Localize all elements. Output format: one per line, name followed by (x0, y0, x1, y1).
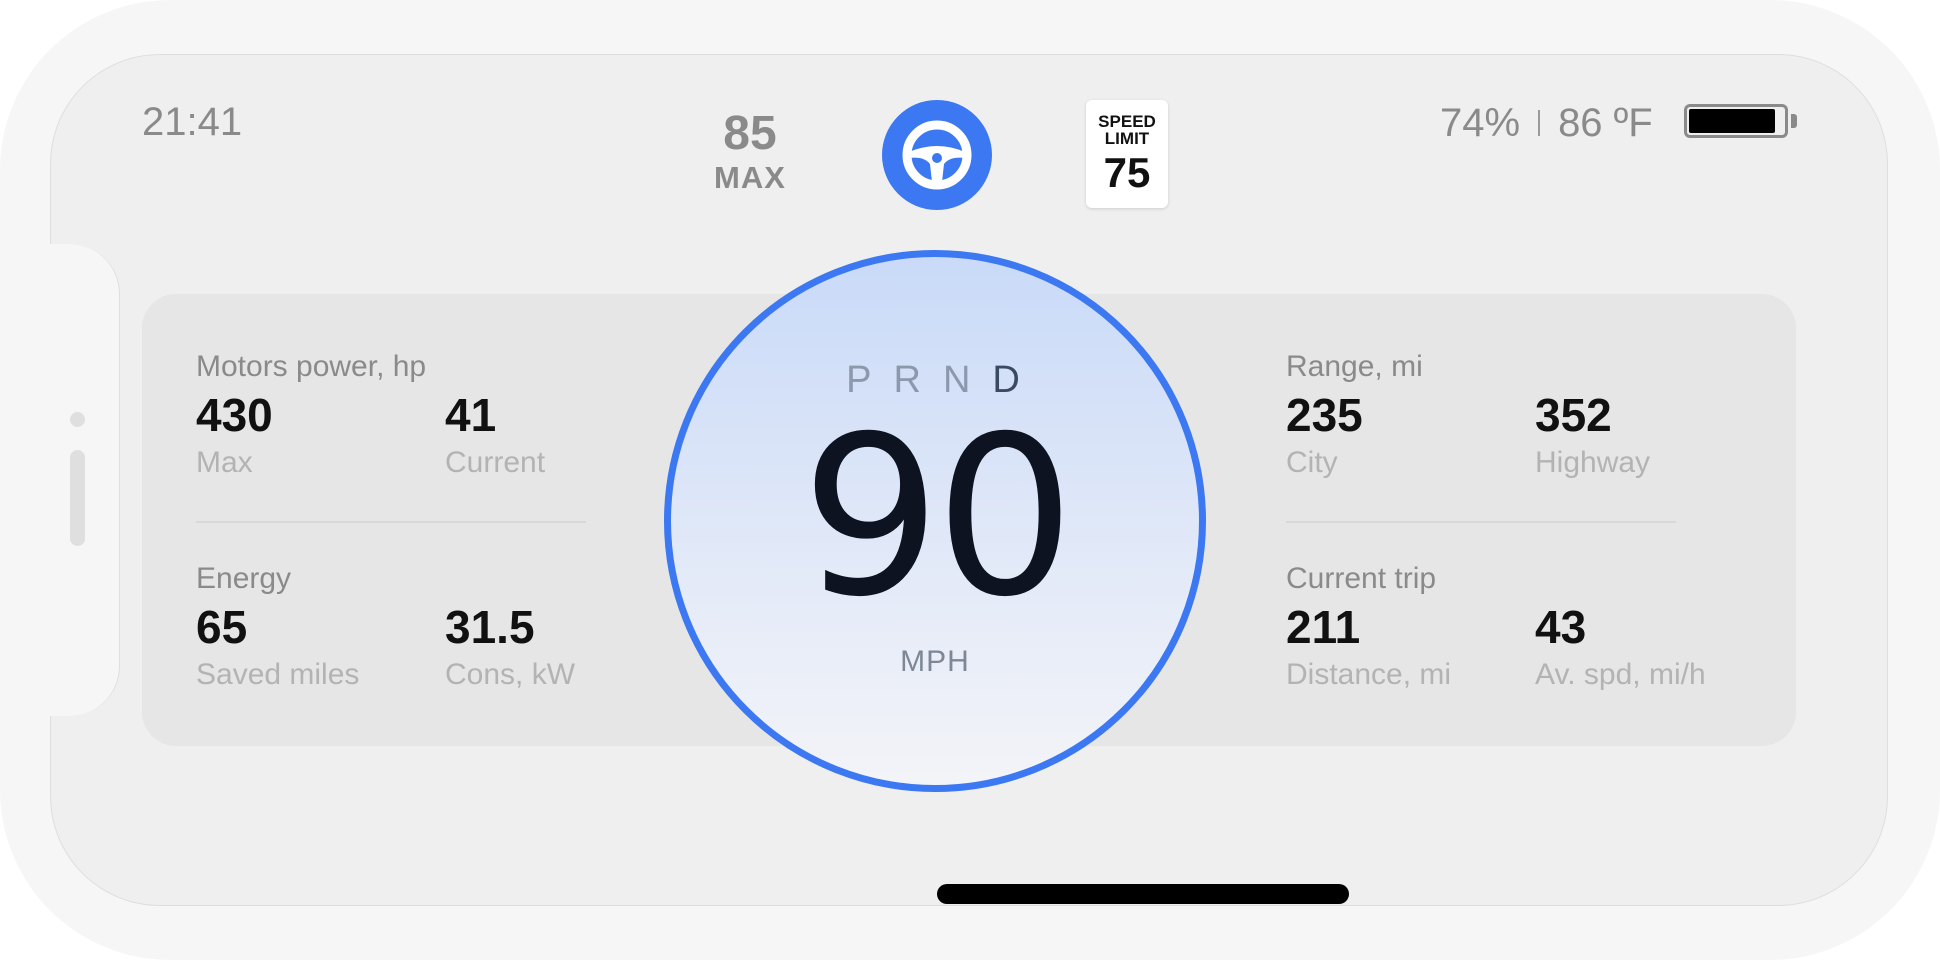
metric-label: Highway (1535, 446, 1651, 479)
metric-value: 41 (445, 389, 497, 441)
outside-temperature: 86 ºF (1558, 100, 1653, 145)
energy-title: Energy (196, 562, 292, 595)
metric-label: Current (445, 446, 546, 479)
speed-unit: MPH (900, 645, 970, 678)
metric-label: Av. spd, mi/h (1535, 658, 1706, 691)
energy-group: Energy 65 Saved miles 31.5 Cons, kW (196, 562, 596, 702)
front-camera (70, 412, 85, 427)
left-divider (196, 521, 586, 523)
range-group: Range, mi 235 City 352 Highway (1286, 350, 1706, 490)
battery-fill (1689, 109, 1775, 133)
range-title: Range, mi (1286, 350, 1423, 383)
battery-cap (1791, 114, 1797, 128)
metric-value: 43 (1535, 601, 1587, 653)
trip-average-speed-metric: 43 Av. spd, mi/h (1535, 602, 1706, 692)
clock-time: 21:41 (142, 100, 243, 144)
battery-icon (1684, 104, 1788, 138)
cruise-max-value: 85 (723, 107, 777, 160)
motors-current-metric: 41 Current (445, 390, 545, 480)
status-readout: 74% 86 ºF (1440, 100, 1653, 146)
motors-max-metric: 430 Max (196, 390, 273, 480)
autopilot-button[interactable] (882, 100, 992, 210)
energy-saved-metric: 65 Saved miles (196, 602, 359, 692)
current-speed: 90 (801, 389, 1075, 645)
device-notch (50, 244, 120, 716)
metric-label: Saved miles (196, 658, 360, 691)
steering-wheel-icon (902, 120, 972, 190)
cruise-control-max[interactable]: 85 MAX (690, 107, 810, 195)
metric-value: 352 (1535, 389, 1612, 441)
metric-value: 430 (196, 389, 273, 441)
metric-value: 211 (1286, 601, 1361, 653)
trip-distance-metric: 211 Distance, mi (1286, 602, 1451, 692)
motors-power-group: Motors power, hp 430 Max 41 Current (196, 350, 596, 490)
metric-value: 235 (1286, 389, 1363, 441)
metric-label: City (1286, 446, 1338, 479)
right-divider (1286, 521, 1676, 523)
speed-limit-title-2: LIMIT (1104, 129, 1150, 148)
earpiece-speaker (70, 450, 85, 546)
range-city-metric: 235 City (1286, 390, 1363, 480)
home-indicator[interactable] (937, 884, 1349, 904)
speed-limit-sign: SPEED LIMIT 75 (1086, 100, 1168, 208)
battery-percent: 74% (1440, 100, 1521, 145)
energy-consumption-metric: 31.5 Cons, kW (445, 602, 575, 692)
metric-label: Max (196, 446, 253, 479)
speed-limit-value: 75 (1103, 149, 1151, 196)
current-trip-title: Current trip (1286, 562, 1437, 595)
range-highway-metric: 352 Highway (1535, 390, 1650, 480)
speedometer-dial: PRND 90 MPH (664, 250, 1206, 792)
metric-label: Distance, mi (1286, 658, 1452, 691)
metric-label: Cons, kW (445, 658, 576, 691)
metric-value: 65 (196, 601, 248, 653)
current-trip-group: Current trip 211 Distance, mi 43 Av. spd… (1286, 562, 1746, 702)
metric-value: 31.5 (445, 601, 535, 653)
motors-power-title: Motors power, hp (196, 350, 427, 383)
speed-limit-title-1: SPEED (1098, 112, 1156, 131)
cruise-max-label: MAX (714, 160, 786, 195)
status-divider (1538, 110, 1541, 136)
